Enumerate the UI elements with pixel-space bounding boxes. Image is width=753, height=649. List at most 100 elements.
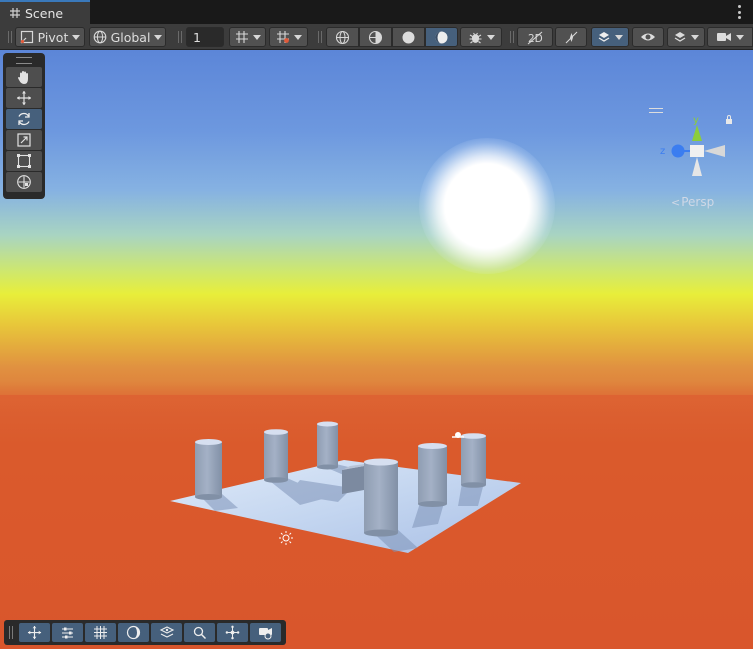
transform-icon [17,175,31,189]
window-tab-strip: Scene [0,0,753,24]
gizmo-center-cube[interactable] [690,145,704,157]
globe-icon [93,30,106,44]
y-neg-axis-cone[interactable] [692,157,702,176]
scene-geometry [170,421,521,553]
rotate-icon [18,112,30,126]
chevron-down-icon [736,34,744,40]
directional-light-icon[interactable] [279,531,293,545]
toolbar-grip[interactable] [510,31,514,43]
layers-icon [674,32,686,42]
increment-snap-dropdown[interactable] [229,27,266,47]
sliders-icon [62,627,73,639]
toolbar-grip[interactable] [8,31,12,43]
cameras-button[interactable] [250,623,281,642]
debug-draw-mode-dropdown[interactable] [460,27,502,47]
grid-size-value: 1 [193,29,201,45]
cylinder-object[interactable] [461,433,486,488]
chevron-down-icon [72,34,81,40]
view-options-button[interactable] [52,623,83,642]
rect-tool-button[interactable] [6,151,42,171]
move-tool-button[interactable] [6,88,42,108]
effects-dropdown[interactable] [591,27,629,47]
light-off-icon [565,31,577,43]
grid-snap-icon [94,626,107,639]
cylinder-object[interactable] [364,458,398,537]
2d-toggle-button[interactable]: 2D [517,27,553,47]
cylinder-object[interactable] [418,443,447,507]
grid-snap-dropdown[interactable] [269,27,308,47]
search-button[interactable] [184,623,215,642]
gizmo-z-label: z [660,146,665,157]
projection-label[interactable]: <Persp [671,195,714,209]
rect-transform-icon [17,154,31,168]
eye-icon [641,33,655,41]
scene-visibility-toggle[interactable] [632,27,664,47]
lock-icon[interactable] [726,115,732,125]
chevron-down-icon [252,34,261,40]
move-arrows-icon [27,625,42,640]
chevron-down-icon [293,34,302,40]
pivot-icon [20,30,33,44]
layers-stack-icon [598,32,610,42]
overlay-toolbar [4,620,286,645]
y-axis-cone[interactable] [692,125,702,141]
shaded-wireframe-button[interactable] [359,27,392,47]
x-neg-axis-cone[interactable] [704,145,725,157]
2d-icon: 2D [527,31,543,45]
view-tool-button[interactable] [6,67,42,87]
grid-snap-icon [235,31,248,43]
toolbar-grip[interactable] [318,31,322,43]
search-icon [193,626,206,639]
z-axis-handle[interactable] [671,144,685,158]
video-camera-icon [717,33,731,41]
gizmo-y-label: y [693,115,699,126]
solid-sphere-icon [402,31,415,43]
scale-icon [17,133,31,147]
chevron-down-icon [154,34,163,40]
wireframe-sphere-icon [335,30,350,44]
cylinder-object[interactable] [195,439,222,500]
camera-settings-dropdown[interactable] [707,27,753,47]
svg-text:2D: 2D [528,33,543,45]
transform-tool-button[interactable] [6,172,42,192]
scene-toolbar: Pivot Global 1 2D [0,24,753,50]
pivot-label: Pivot [37,29,69,45]
grid-size-field[interactable]: 1 [186,27,224,47]
lighting-toggle-button[interactable] [555,27,587,47]
scene-viewport[interactable]: y z <Persp [0,50,753,649]
grid-icon [10,8,20,18]
pivot-cross-icon [225,625,240,640]
chevron-down-icon [691,34,699,40]
lighting-overlay-button[interactable] [118,623,149,642]
grid-and-snap-button[interactable] [85,623,116,642]
chevron-down-icon [615,34,623,40]
overlay-drag-handle[interactable] [16,57,32,64]
cylinder-object[interactable] [264,429,288,483]
pivot-dropdown[interactable]: Pivot [15,27,85,47]
toolbar-grip[interactable] [178,31,182,43]
move-arrows-icon [17,91,31,105]
tools-overlay [3,53,45,199]
tab-label: Scene [25,5,64,21]
orientation-button[interactable] [151,623,182,642]
scale-tool-button[interactable] [6,130,42,150]
shaded-button[interactable] [392,27,425,47]
moon-sphere-icon [126,625,141,640]
snap-to-grid-icon [276,31,289,43]
tab-scene[interactable]: Scene [0,0,90,24]
layers-dropdown[interactable] [667,27,705,47]
camera-eye-icon [258,628,272,640]
tool-settings-button[interactable] [19,623,50,642]
component-tools-button[interactable] [217,623,248,642]
planes-icon [159,626,174,638]
chevron-left-icon: < [671,196,681,209]
overlay-drag-handle[interactable] [9,626,13,639]
more-menu-icon[interactable] [737,5,741,19]
lit-sphere-icon [435,31,448,43]
space-dropdown[interactable]: Global [89,27,166,47]
cylinder-object[interactable] [317,421,338,470]
lit-shading-button[interactable] [425,27,458,47]
hand-icon [18,71,28,84]
wireframe-shading-button[interactable] [326,27,359,47]
rotate-tool-button[interactable] [6,109,42,129]
